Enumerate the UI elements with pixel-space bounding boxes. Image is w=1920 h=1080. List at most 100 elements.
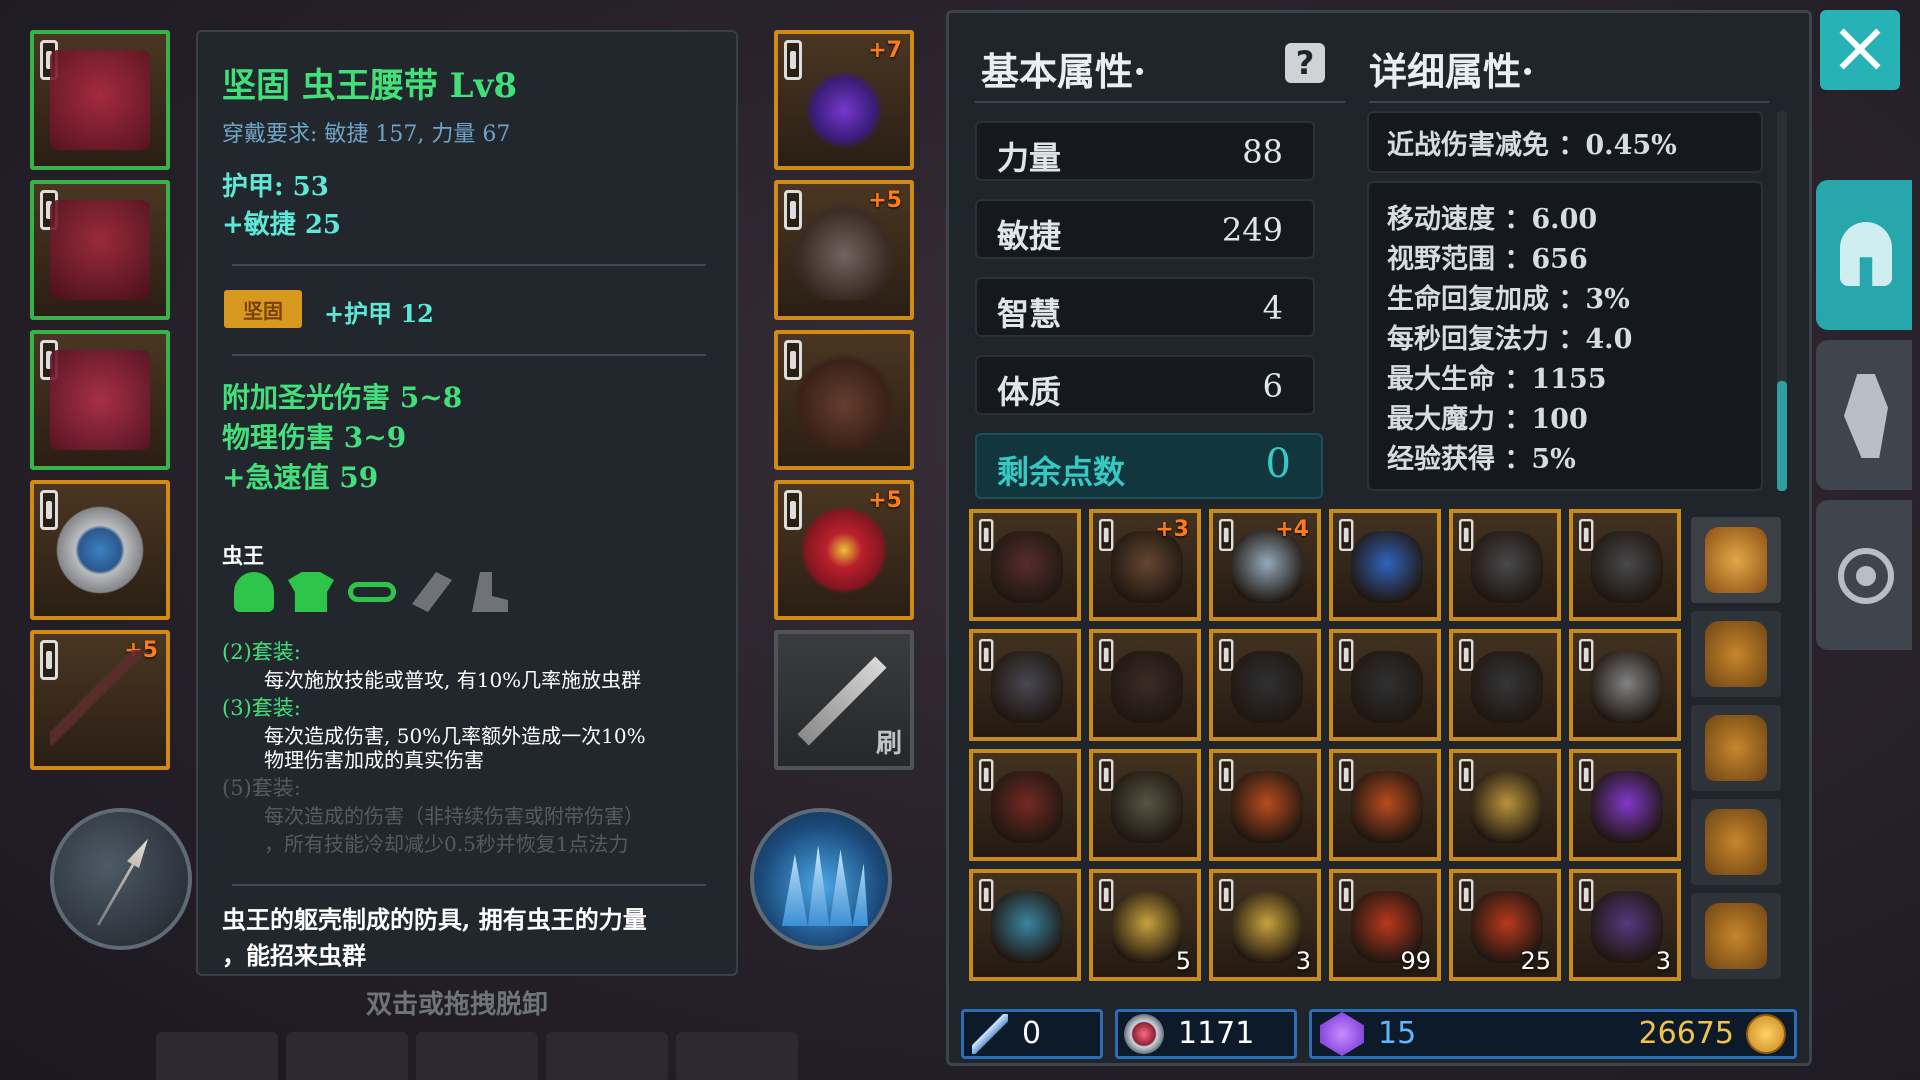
gauntlet-icon	[1844, 374, 1888, 458]
stack-count: 3	[1295, 947, 1311, 975]
bag-slot[interactable]	[1691, 799, 1781, 885]
bow-icon	[50, 650, 150, 750]
inventory-slot[interactable]	[969, 629, 1081, 741]
stat-value: 6	[1262, 367, 1283, 405]
inventory-slot[interactable]	[1569, 749, 1681, 861]
skill-slot-sword[interactable]: 刷	[774, 630, 914, 770]
scroll-icon	[1231, 891, 1303, 963]
bottom-tab[interactable]	[416, 1032, 538, 1080]
skill-ice-button[interactable]	[750, 808, 892, 950]
chest-armor-icon	[50, 200, 150, 300]
inventory-slot[interactable]	[1209, 629, 1321, 741]
bag-icon	[1705, 621, 1767, 687]
divider	[232, 884, 706, 886]
lock-icon	[1579, 759, 1594, 791]
set2-label: (2)套装:	[222, 640, 301, 664]
set-boot-icon	[472, 572, 508, 612]
item-tooltip: 坚固 虫王腰带 Lv8 穿戴要求: 敏捷 157, 力量 67 护甲: 53 +…	[196, 30, 738, 976]
bottom-tab[interactable]	[286, 1032, 408, 1080]
wand-icon	[972, 1014, 1008, 1054]
equip-slot-bow[interactable]: +5	[30, 630, 170, 770]
tab-equipment[interactable]	[1816, 180, 1912, 330]
tab-skills[interactable]	[1816, 340, 1912, 490]
inventory-slot[interactable]	[1209, 749, 1321, 861]
inventory-slot[interactable]: +3	[1089, 509, 1201, 621]
equip-slot-amulet[interactable]: +7	[774, 30, 914, 170]
set3-label: (3)套装:	[222, 696, 301, 720]
set5-desc-2: ，所有技能冷却减少0.5秒并恢复1点法力	[264, 832, 629, 856]
detail-scrollbar-thumb[interactable]	[1777, 381, 1787, 491]
boots-icon	[794, 350, 894, 450]
bottom-tab[interactable]	[676, 1032, 798, 1080]
dark-armor-icon	[1231, 651, 1303, 723]
set3-desc-2: 物理伤害加成的真实伤害	[264, 748, 484, 772]
equip-slot-belt[interactable]	[30, 330, 170, 470]
equip-slot-chest[interactable]	[30, 180, 170, 320]
equip-slot-red-ring[interactable]: +5	[774, 480, 914, 620]
lock-icon	[1219, 639, 1234, 671]
detail-max-mana: 最大魔力 ：100	[1387, 404, 1588, 435]
detail-scrollbar[interactable]	[1777, 111, 1787, 491]
detailed-attributes-tab[interactable]: 详细属性·	[1369, 41, 1534, 96]
inventory-slot[interactable]: 3	[1209, 869, 1321, 981]
skill-slot-label: 刷	[875, 729, 902, 759]
inventory-slot[interactable]: 5	[1089, 869, 1201, 981]
set-name: 虫王	[222, 543, 264, 568]
lock-icon	[1099, 879, 1114, 911]
inventory-slot[interactable]	[1449, 749, 1561, 861]
star-amulet-icon	[794, 50, 894, 150]
belt-icon	[50, 350, 150, 450]
inventory-slot[interactable]: 3	[1569, 869, 1681, 981]
inventory-slot[interactable]	[1329, 509, 1441, 621]
bottom-tab[interactable]	[546, 1032, 668, 1080]
bag-slot[interactable]	[1691, 893, 1781, 979]
inventory-slot[interactable]	[1449, 629, 1561, 741]
quality-bonus: +护甲 12	[324, 299, 434, 328]
stat-agility: 敏捷 249	[975, 199, 1315, 259]
inventory-slot[interactable]	[1569, 629, 1681, 741]
crystal-count: 1171	[1178, 1016, 1255, 1051]
set-bracer-icon	[412, 572, 452, 612]
stat-wisdom: 智慧 4	[975, 277, 1315, 337]
help-icon[interactable]: ?	[1285, 43, 1325, 83]
inventory-slot[interactable]	[1089, 749, 1201, 861]
bag-icon	[1705, 903, 1767, 969]
lock-icon	[1219, 519, 1234, 551]
stat-label: 体质	[997, 373, 1062, 411]
inventory-slot[interactable]	[1329, 749, 1441, 861]
inventory-slot[interactable]	[969, 869, 1081, 981]
basic-attributes-tab[interactable]: 基本属性·	[981, 41, 1146, 96]
gem-icon	[1320, 1012, 1364, 1056]
bottom-tab[interactable]	[156, 1032, 278, 1080]
bag-slot-active[interactable]	[1691, 517, 1781, 603]
bag-slot[interactable]	[1691, 611, 1781, 697]
inventory-slot[interactable]	[1449, 509, 1561, 621]
inventory-slot[interactable]: +4	[1209, 509, 1321, 621]
set-belt-icon	[348, 582, 396, 602]
equip-slot-helmet[interactable]	[30, 30, 170, 170]
tab-settings[interactable]	[1816, 500, 1912, 650]
stack-count: 5	[1175, 947, 1191, 975]
item-agility: +敏捷 25	[222, 210, 342, 240]
inventory-slot[interactable]: 99	[1329, 869, 1441, 981]
inventory-slot[interactable]	[1089, 629, 1201, 741]
equip-slot-gloves[interactable]: +5	[774, 180, 914, 320]
equip-slot-boots[interactable]	[774, 330, 914, 470]
bag-slot[interactable]	[1691, 705, 1781, 791]
inventory-slot[interactable]	[1569, 509, 1681, 621]
detail-vision: 视野范围 ：656	[1387, 244, 1588, 275]
stack-count: 99	[1400, 947, 1431, 975]
equip-slot-ring[interactable]	[30, 480, 170, 620]
lock-icon	[979, 519, 994, 551]
inventory-slot[interactable]	[969, 749, 1081, 861]
skill-spear-button[interactable]	[50, 808, 192, 950]
stack-count: 25	[1520, 947, 1551, 975]
inventory-slot[interactable]	[1329, 629, 1441, 741]
remaining-points-value: 0	[1265, 441, 1291, 487]
inventory-slot[interactable]: 25	[1449, 869, 1561, 981]
set-chest-icon	[288, 572, 334, 612]
close-button[interactable]	[1820, 10, 1900, 90]
inventory-slot[interactable]	[969, 509, 1081, 621]
remaining-points-label: 剩余点数	[997, 453, 1126, 491]
gloves-icon	[794, 200, 894, 300]
